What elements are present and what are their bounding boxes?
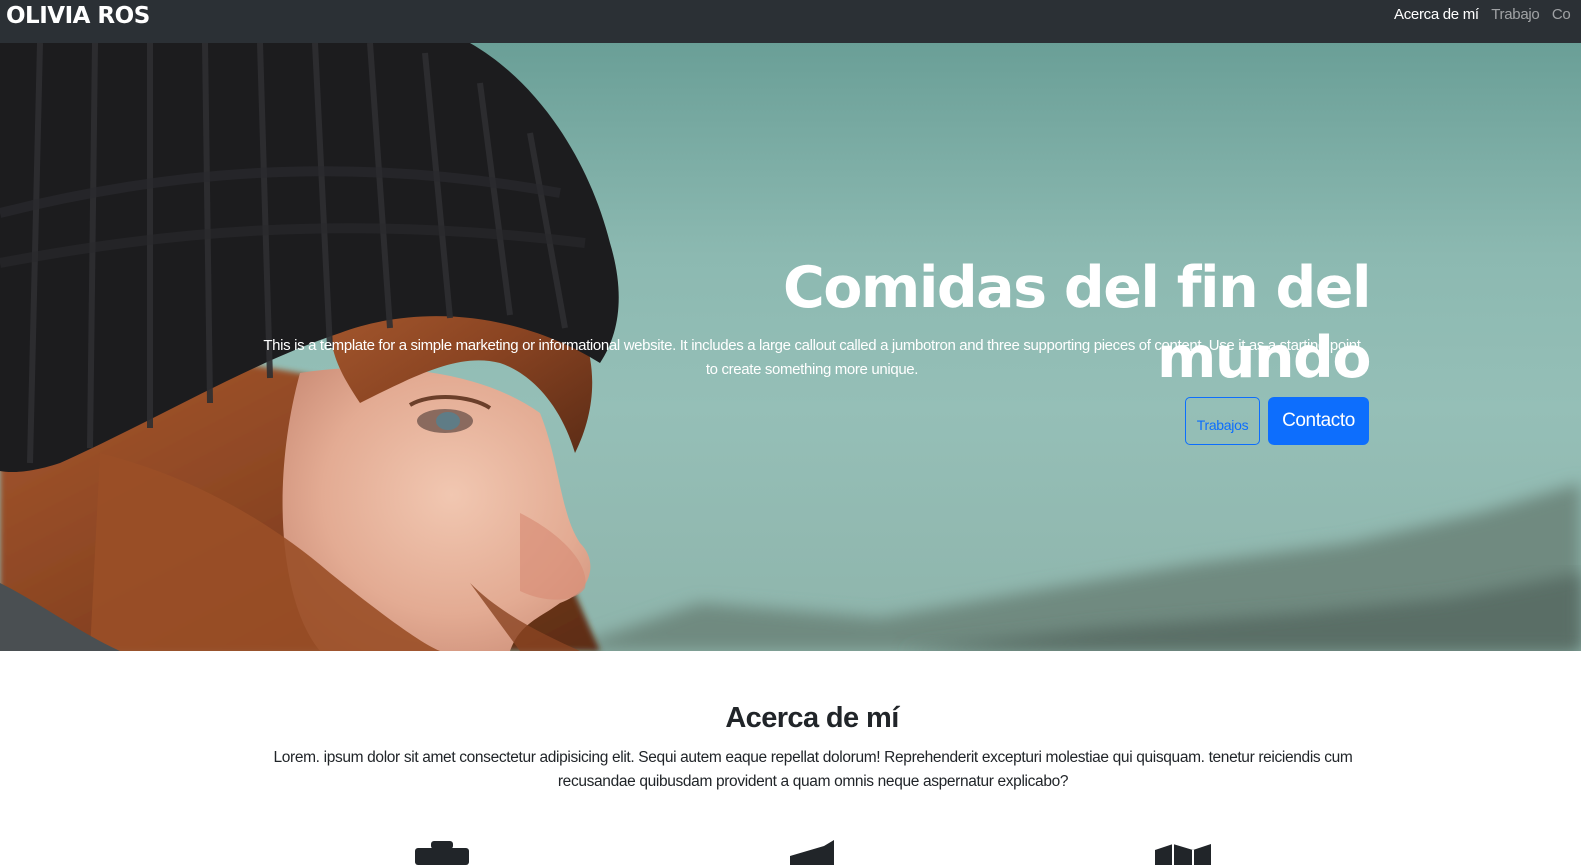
about-title: Acerca de mí (725, 702, 899, 734)
hero-jumbotron: Comidas del fin del mundo This is a temp… (0, 43, 1581, 651)
brand-logo[interactable]: OLIVIA ROS (6, 2, 150, 30)
contacto-button[interactable]: Contacto (1268, 397, 1369, 445)
nav-link-contacto[interactable]: Co (1552, 6, 1571, 24)
navbar: OLIVIA ROS Acerca de mí Trabajo Co (0, 0, 1581, 43)
megaphone-icon (790, 840, 834, 865)
nav-links: Acerca de mí Trabajo Co (1394, 6, 1578, 24)
about-text: Lorem. ipsum dolor sit amet consectetur … (273, 749, 1353, 790)
briefcase-icon (415, 841, 469, 865)
map-icon (1155, 844, 1211, 865)
trabajos-button[interactable]: Trabajos (1185, 397, 1260, 445)
nav-link-trabajo[interactable]: Trabajo (1491, 6, 1540, 24)
nav-link-acerca[interactable]: Acerca de mí (1394, 6, 1479, 24)
hero-lead: This is a template for a simple marketin… (263, 337, 1361, 378)
